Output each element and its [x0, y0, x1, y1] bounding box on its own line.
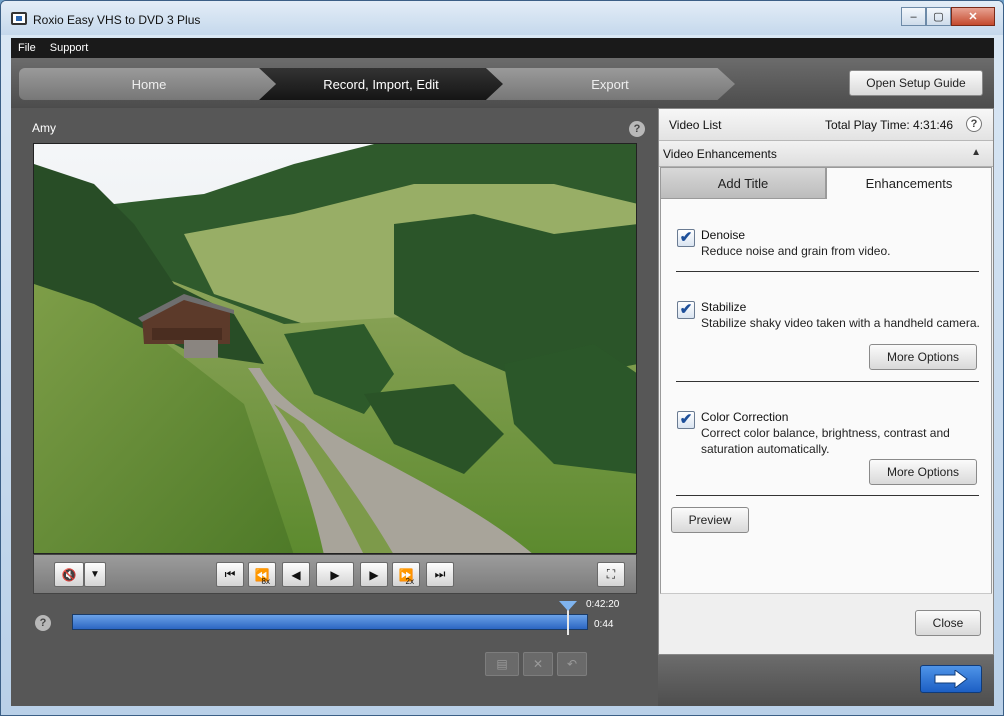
video-list-help-icon[interactable]: ? [966, 116, 982, 132]
playhead-handle[interactable] [559, 601, 577, 611]
divider [676, 495, 979, 496]
delete-clip-button[interactable]: ✕ [523, 652, 553, 676]
next-step-area [658, 655, 994, 706]
minimize-button[interactable]: – [901, 7, 926, 26]
stabilize-more-options-button[interactable]: More Options [869, 344, 977, 370]
step-forward-button[interactable]: ▶ [360, 562, 388, 587]
panel-footer: Close [659, 594, 993, 654]
total-time-label: 0:42:20 [586, 599, 620, 610]
fullscreen-button[interactable]: ⛶ [597, 562, 625, 587]
play-button[interactable]: ▶ [316, 562, 354, 587]
app-window: Roxio Easy VHS to DVD 3 Plus – ▢ ✕ File … [0, 0, 1004, 716]
app-body: Home Export Record, Import, Edit Open Se… [11, 58, 994, 706]
denoise-description: Reduce noise and grain from video. [701, 244, 891, 258]
nav-step-export[interactable]: Export [485, 68, 735, 100]
color-correction-checkbox[interactable]: ✔ [677, 411, 695, 429]
video-list-panel: Video List Total Play Time: 4:31:46 ? Vi… [658, 108, 994, 655]
undo-button[interactable]: ↶ [557, 652, 587, 676]
step-navigation: Home Export Record, Import, Edit Open Se… [11, 58, 994, 108]
film-strip-button[interactable]: ▤ [485, 652, 519, 676]
maximize-button[interactable]: ▢ [926, 7, 951, 26]
video-frame-image [34, 144, 636, 553]
preview-panel: Amy ? 🔇 ▼ ⏮ ⏪ 8x ◀ ▶ ▶ ⏩ 2x ⏭ ⛶ ? 0:42:2… [11, 108, 656, 706]
current-time-label: 0:44 [594, 619, 614, 630]
open-setup-guide-button[interactable]: Open Setup Guide [849, 70, 983, 96]
app-icon [11, 12, 27, 25]
enhancements-content: ✔ Denoise Reduce noise and grain from vi… [660, 199, 992, 594]
total-play-time: Total Play Time: 4:31:46 [825, 118, 954, 132]
video-list-header: Video List Total Play Time: 4:31:46 ? [659, 109, 993, 141]
nav-step-record-import-edit[interactable]: Record, Import, Edit [259, 68, 503, 100]
section-title: Video Enhancements [663, 147, 777, 161]
fast-forward-speed-label: 2x [405, 577, 414, 586]
fast-forward-button[interactable]: ⏩ 2x [392, 562, 420, 587]
color-correction-title: Color Correction [701, 410, 789, 424]
menu-bar: File Support [11, 38, 994, 58]
rewind-button[interactable]: ⏪ 8x [248, 562, 276, 587]
close-button[interactable]: Close [915, 610, 981, 636]
video-enhancements-header[interactable]: Video Enhancements ▲ [659, 141, 993, 167]
tab-enhancements[interactable]: Enhancements [826, 167, 992, 199]
help-icon[interactable]: ? [629, 121, 645, 137]
volume-dropdown-button[interactable]: ▼ [84, 562, 106, 587]
video-name: Amy [32, 121, 56, 135]
skip-to-end-button[interactable]: ⏭ [426, 562, 454, 587]
close-window-button[interactable]: ✕ [951, 7, 995, 26]
right-arrow-icon [934, 670, 968, 688]
next-step-button[interactable] [920, 665, 982, 693]
collapse-icon[interactable]: ▲ [971, 147, 981, 158]
skip-to-start-button[interactable]: ⏮ [216, 562, 244, 587]
color-correction-more-options-button[interactable]: More Options [869, 459, 977, 485]
video-preview [33, 143, 637, 554]
window-title: Roxio Easy VHS to DVD 3 Plus [33, 13, 201, 27]
tab-add-title[interactable]: Add Title [660, 167, 826, 199]
color-correction-description: Correct color balance, brightness, contr… [701, 426, 950, 456]
timeline-bar[interactable] [72, 614, 588, 630]
stabilize-description: Stabilize shaky video taken with a handh… [701, 316, 980, 330]
nav-step-home[interactable]: Home [19, 68, 279, 100]
video-list-label: Video List [669, 118, 722, 132]
timeline-help-icon[interactable]: ? [35, 615, 51, 631]
rewind-speed-label: 8x [261, 577, 270, 586]
step-back-button[interactable]: ◀ [282, 562, 310, 587]
divider [676, 381, 979, 382]
preview-button[interactable]: Preview [671, 507, 749, 533]
menu-support[interactable]: Support [43, 42, 96, 54]
stabilize-title: Stabilize [701, 300, 747, 314]
window-controls: – ▢ ✕ [901, 7, 995, 26]
denoise-title: Denoise [701, 228, 746, 242]
speaker-muted-icon[interactable]: 🔇 [54, 562, 84, 587]
title-bar: Roxio Easy VHS to DVD 3 Plus – ▢ ✕ [1, 1, 1003, 35]
stabilize-checkbox[interactable]: ✔ [677, 301, 695, 319]
divider [676, 271, 979, 272]
player-controls: 🔇 ▼ ⏮ ⏪ 8x ◀ ▶ ▶ ⏩ 2x ⏭ ⛶ [33, 554, 637, 594]
menu-file[interactable]: File [11, 42, 43, 54]
denoise-checkbox[interactable]: ✔ [677, 229, 695, 247]
